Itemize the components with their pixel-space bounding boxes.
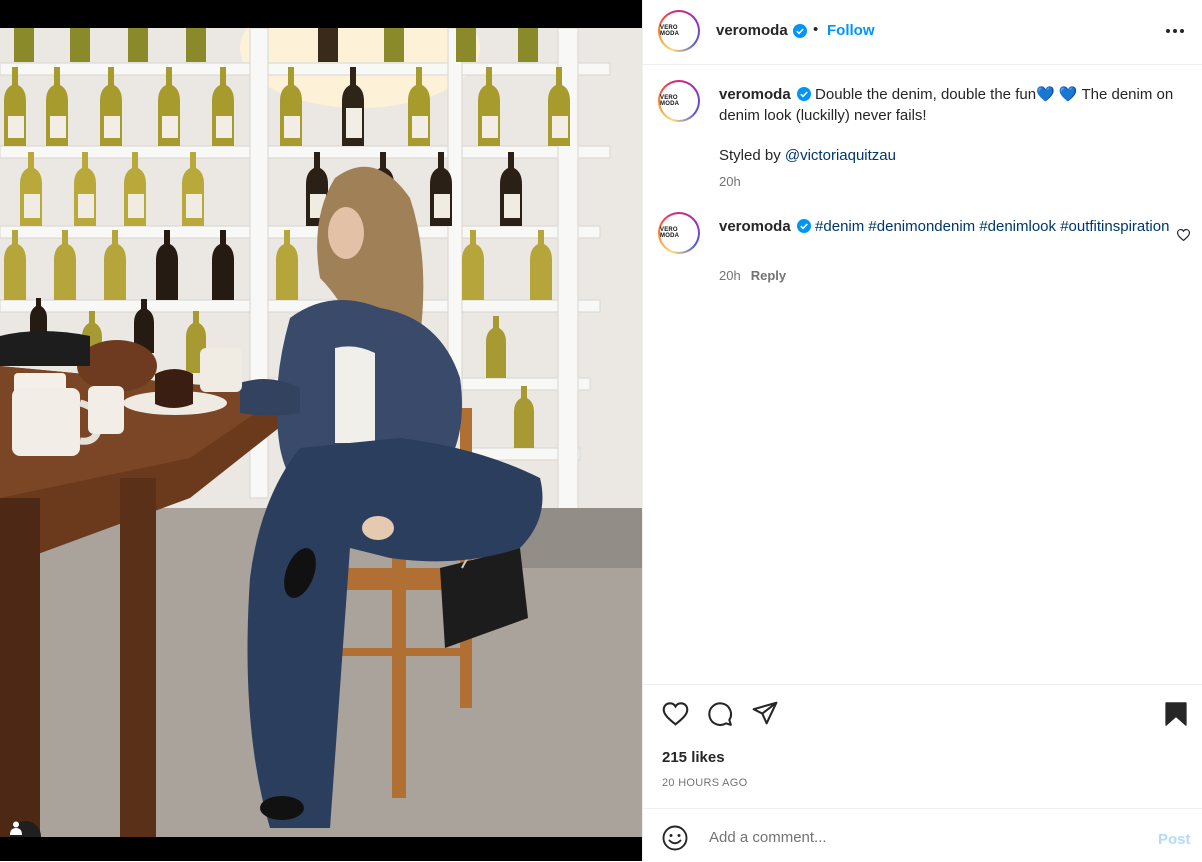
heart-icon — [662, 702, 689, 726]
post-comment-button[interactable]: Post — [1158, 831, 1191, 848]
save-button[interactable] — [1165, 702, 1187, 731]
reply-button[interactable]: Reply — [751, 268, 786, 283]
share-button[interactable] — [752, 701, 778, 730]
post-media[interactable] — [0, 0, 642, 861]
photo-illustration — [0, 28, 642, 837]
comment-text: veromoda #denim #denimondenim #denimlook… — [719, 216, 1179, 237]
more-horizontal-icon — [1166, 29, 1184, 33]
comment-button[interactable] — [707, 701, 733, 732]
add-comment-bar: Post — [643, 808, 1202, 862]
caption-username[interactable]: veromoda — [719, 86, 791, 103]
mention-link[interactable]: @victoriaquitzau — [785, 147, 896, 164]
paper-plane-icon — [752, 701, 778, 725]
author-avatar[interactable]: VERO MODA — [658, 10, 700, 52]
heart-icon — [1176, 228, 1191, 242]
caption-avatar[interactable]: VERO MODA — [658, 80, 700, 122]
author-username[interactable]: veromoda — [716, 22, 788, 39]
post-timestamp: 20 HOURS AGO — [662, 777, 748, 789]
avatar-logo: VERO MODA — [660, 25, 680, 37]
like-button[interactable] — [662, 702, 689, 731]
comment-item: VERO MODA veromoda #denim #denimondenim … — [643, 212, 1202, 292]
comment-avatar[interactable]: VERO MODA — [658, 212, 700, 254]
avatar-logo: VERO MODA — [660, 95, 680, 107]
post-photo[interactable] — [0, 28, 642, 837]
post-actions: 215 likes 20 HOURS AGO — [643, 684, 1202, 809]
comment-username[interactable]: veromoda — [719, 218, 791, 235]
comment-input[interactable] — [707, 825, 1131, 849]
hashtags[interactable]: #denim #denimondenim #denimlook #outfiti… — [815, 218, 1169, 235]
comment-time: 20h — [719, 268, 741, 283]
smiley-icon — [662, 825, 688, 851]
avatar-logo: VERO MODA — [660, 227, 680, 239]
verified-badge-icon — [796, 87, 811, 101]
comment-meta: 20h Reply — [719, 268, 786, 283]
styled-by-prefix: Styled by — [719, 147, 785, 164]
caption-time: 20h — [719, 174, 741, 189]
more-options-button[interactable] — [1164, 20, 1186, 47]
user-tag-icon — [10, 821, 22, 835]
likes-count[interactable]: 215 likes — [662, 749, 725, 766]
emoji-button[interactable] — [662, 825, 688, 856]
header-separator: • — [813, 21, 819, 38]
bookmark-icon — [1165, 702, 1187, 726]
post-caption: VERO MODA veromoda Double the denim, dou… — [643, 80, 1202, 200]
verified-badge-icon — [793, 23, 807, 41]
caption-text: veromoda Double the denim, double the fu… — [719, 84, 1179, 166]
post-details-panel: VERO MODA veromoda • Follow VERO MODA ve… — [642, 0, 1202, 861]
follow-button[interactable]: Follow — [827, 22, 875, 39]
post-header: VERO MODA veromoda • Follow — [643, 0, 1202, 65]
comment-like-button[interactable] — [1176, 228, 1191, 246]
comment-bubble-icon — [708, 702, 732, 726]
verified-badge-icon — [796, 219, 811, 233]
